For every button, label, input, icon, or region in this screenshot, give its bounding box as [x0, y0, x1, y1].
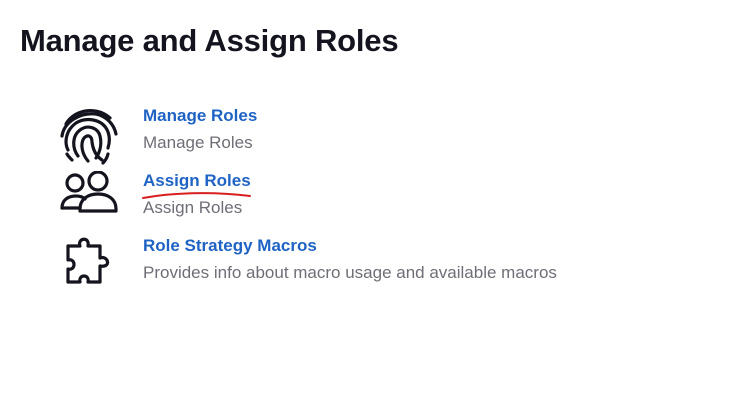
assign-roles-link[interactable]: Assign Roles — [143, 171, 251, 191]
role-strategy-macros-description: Provides info about macro usage and avai… — [143, 263, 557, 282]
fingerprint-icon — [58, 106, 122, 168]
assign-roles-description: Assign Roles — [143, 198, 243, 217]
puzzle-icon — [58, 236, 122, 298]
users-icon — [58, 171, 122, 233]
role-strategy-macros-link[interactable]: Role Strategy Macros — [143, 236, 317, 256]
manage-roles-link[interactable]: Manage Roles — [143, 106, 257, 126]
manage-roles-description: Manage Roles — [143, 133, 253, 152]
role-management-list: Manage Roles Manage Roles Assign Roles A… — [0, 0, 740, 405]
